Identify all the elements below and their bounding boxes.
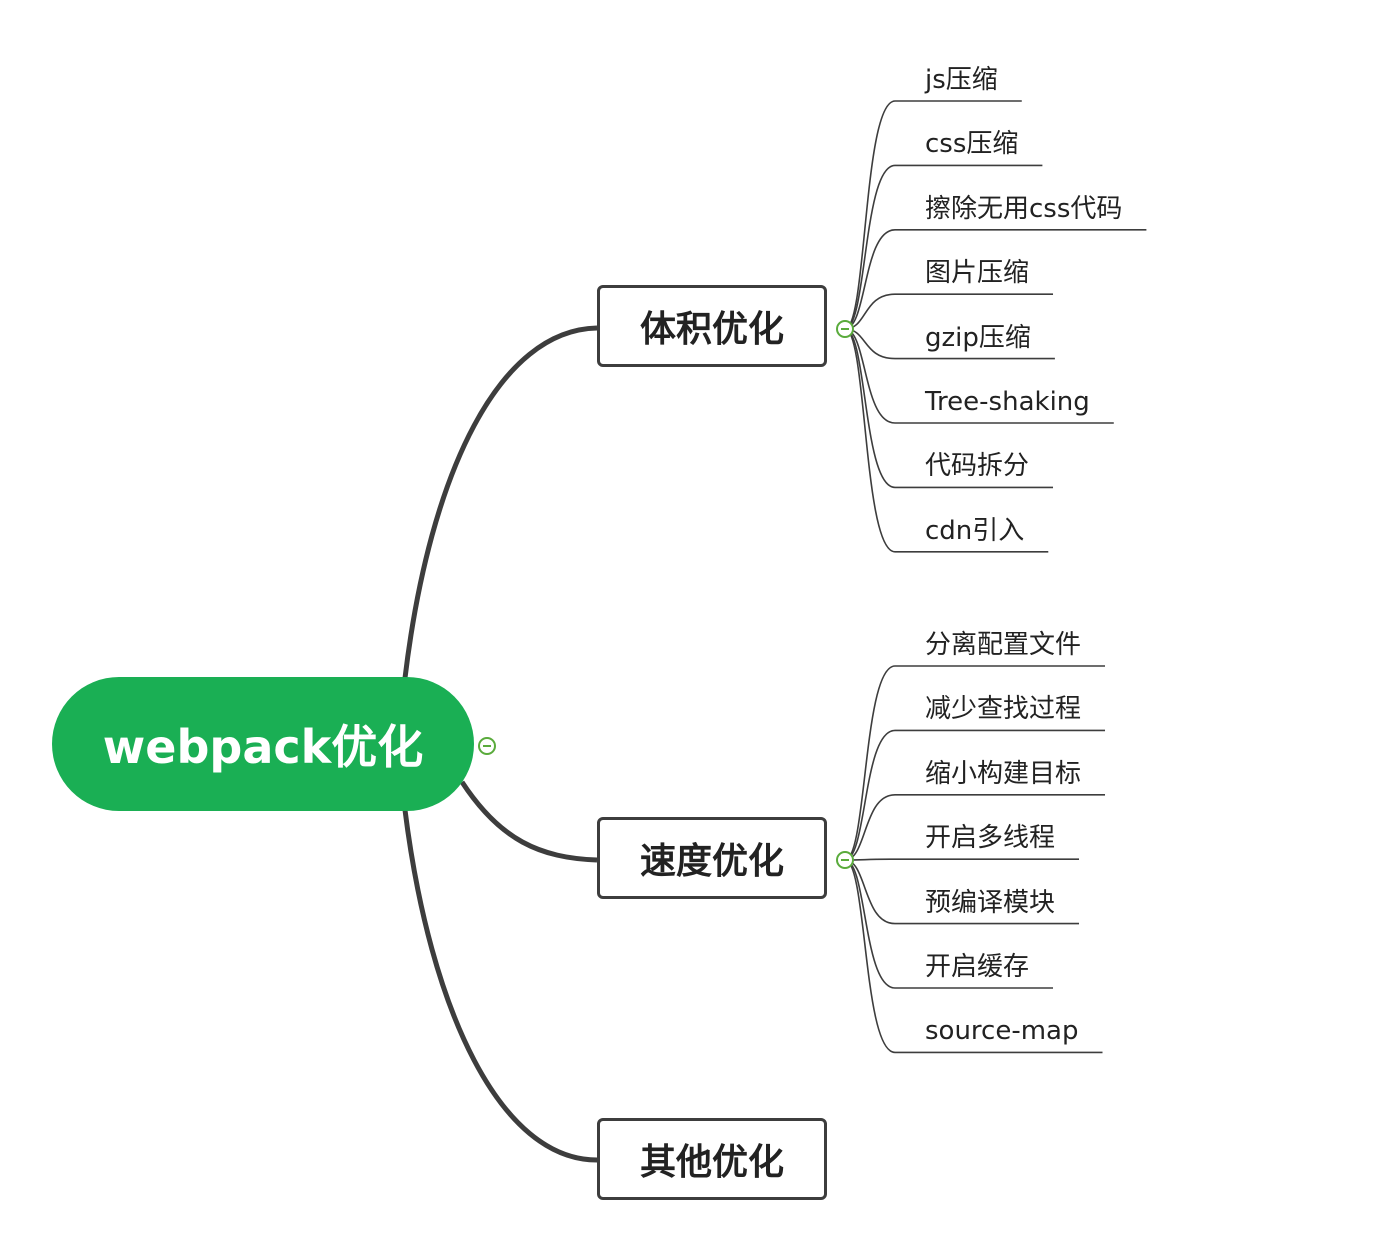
root-label: webpack优化	[102, 720, 424, 774]
branch-node-other[interactable]: 其他优化	[597, 1118, 827, 1200]
leaf-label[interactable]: Tree-shaking	[925, 387, 1090, 417]
branch-label: 其他优化	[639, 1142, 784, 1183]
leaf-label[interactable]: 擦除无用css代码	[925, 194, 1122, 224]
leaf-label[interactable]: source-map	[925, 1016, 1079, 1046]
leaf-link	[844, 164, 1043, 330]
root-node[interactable]: webpack优化	[52, 677, 474, 811]
branch-node-speed[interactable]: 速度优化	[597, 817, 827, 899]
mindmap-links	[402, 100, 1147, 1163]
leaf-label[interactable]: 缩小构建目标	[925, 759, 1081, 789]
link-root-branch-1	[402, 325, 598, 679]
leaf-label[interactable]: js压缩	[925, 65, 998, 95]
link-root-branch-2	[459, 780, 598, 863]
leaf-label[interactable]: 开启缓存	[925, 952, 1029, 982]
leaf-label[interactable]: 分离配置文件	[925, 630, 1081, 660]
leaf-link	[844, 858, 1080, 861]
leaf-label[interactable]: gzip压缩	[925, 323, 1031, 353]
branch-speed-collapse-icon[interactable]	[836, 851, 854, 869]
leaf-label[interactable]: css压缩	[925, 129, 1018, 159]
branch-label: 速度优化	[639, 841, 784, 882]
branch-node-volume[interactable]: 体积优化	[597, 285, 827, 367]
link-root-branch-3	[402, 809, 598, 1163]
leaf-label[interactable]: 开启多线程	[925, 823, 1055, 853]
mindmap-canvas: webpack优化 体积优化 速度优化 其他优化 js压缩 css压缩擦除无用cs…	[0, 0, 1378, 1256]
leaf-label[interactable]: 减少查找过程	[925, 694, 1081, 724]
leaf-label[interactable]: 代码拆分	[925, 451, 1029, 481]
branch-label: 体积优化	[639, 309, 784, 350]
leaf-label[interactable]: 预编译模块	[925, 888, 1055, 918]
leaf-label[interactable]: 图片压缩	[925, 258, 1029, 288]
leaf-label[interactable]: cdn引入	[925, 516, 1024, 546]
branch-volume-collapse-icon[interactable]	[836, 320, 854, 338]
root-collapse-icon[interactable]	[478, 737, 496, 755]
